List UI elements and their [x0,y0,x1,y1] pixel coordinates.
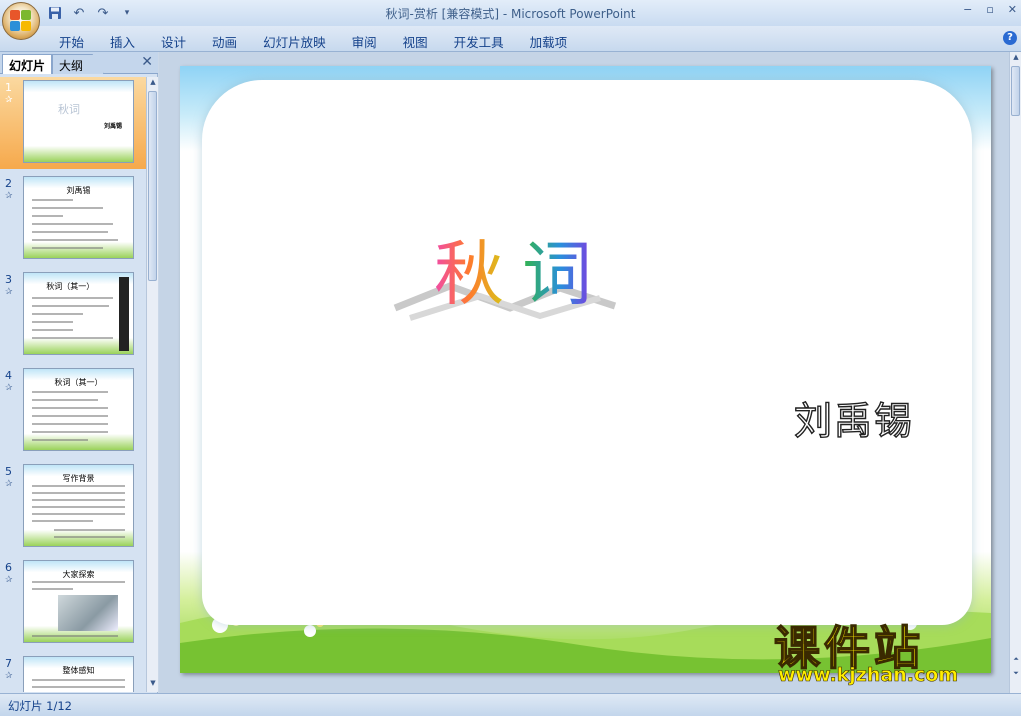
slide-author[interactable]: 刘禹锡 [793,390,914,445]
slide-number: 1 [5,81,12,94]
white-paper-frame [202,80,972,625]
scroll-up-icon[interactable]: ▲ [1011,53,1021,65]
animation-star-icon: ✰ [5,479,13,489]
animation-star-icon: ✰ [5,575,13,585]
thumbnail-image: 秋词（其一） [23,368,134,451]
slide-thumbnail[interactable]: 1 ✰ 秋词 刘禹锡 [0,77,146,169]
thumb-title: 刘禹锡 [66,186,91,195]
title-bar: ↶ ↷ ▾ 秋词-赏析 [兼容模式] - Microsoft PowerPoin… [0,0,1021,26]
tab-slideshow[interactable]: 幻灯片放映 [250,30,339,53]
status-bar: 幻灯片 1/12 [0,693,1021,716]
slide-number: 3 [5,273,12,286]
slide-number: 4 [5,369,12,382]
help-icon[interactable]: ? [1003,31,1017,45]
thumb-subtitle: 刘禹锡 [104,123,123,130]
slide-number: 7 [5,657,12,670]
slide-title[interactable]: 秋 词 [393,232,617,321]
thumbnail-image: 秋词 刘禹锡 [23,80,134,163]
window-title: 秋词-赏析 [兼容模式] - Microsoft PowerPoint [385,7,636,21]
scrollbar-thumb[interactable] [148,91,157,281]
slide-counter: 幻灯片 1/12 [8,699,72,713]
animation-star-icon: ✰ [5,191,13,201]
animation-star-icon: ✰ [5,95,13,105]
tab-design[interactable]: 设计 [148,30,199,53]
thumb-vertical-text-block [119,277,129,351]
ribbon-tabs: 开始 插入 设计 动画 幻灯片放映 审阅 视图 开发工具 加载项 [46,30,580,53]
slide-canvas[interactable]: 秋 词 刘禹锡 [180,66,991,673]
slide-thumbnail[interactable]: 5 ✰ 写作背景 [0,461,146,553]
thumb-title: 秋词 [58,103,80,116]
scrollbar-thumb[interactable] [1011,66,1020,116]
scroll-up-icon[interactable]: ▲ [148,78,158,90]
slide-number: 2 [5,177,12,190]
slides-pane: 幻灯片 大纲 ✕ 1 ✰ 秋词 刘禹锡 2 ✰ 刘禹锡 3 ✰ 秋词（其一） 4… [0,52,158,693]
office-button[interactable] [2,2,40,40]
scroll-down-icon[interactable]: ▼ [148,679,158,691]
thumbnail-image: 写作背景 [23,464,134,547]
close-button[interactable]: ✕ [1008,3,1017,16]
slides-pane-scrollbar[interactable]: ▲ ▼ [146,77,158,692]
thumbnail-image: 秋词（其一） [23,272,134,355]
slide-number: 5 [5,465,12,478]
animation-star-icon: ✰ [5,383,13,393]
tab-view[interactable]: 视图 [390,30,441,53]
thumb-title: 写作背景 [62,474,95,483]
minimize-button[interactable]: − [963,3,972,16]
restore-button[interactable]: ▫ [986,3,993,16]
tab-developer[interactable]: 开发工具 [441,30,517,53]
thumb-title: 整体感知 [62,666,95,675]
window-controls: − ▫ ✕ [963,3,1017,16]
slide-thumbnail[interactable]: 2 ✰ 刘禹锡 [0,173,146,265]
tab-animations[interactable]: 动画 [199,30,250,53]
thumb-photo [58,595,118,631]
animation-star-icon: ✰ [5,671,13,681]
animation-star-icon: ✰ [5,287,13,297]
slide-thumbnail[interactable]: 4 ✰ 秋词（其一） [0,365,146,457]
slide-editor-scrollbar[interactable]: ▲ ⏶ ⏷ [1009,52,1021,693]
tab-insert[interactable]: 插入 [97,30,148,53]
ribbon: 开始 插入 设计 动画 幻灯片放映 审阅 视图 开发工具 加载项 ? [0,26,1021,52]
thumbnail-image: 刘禹锡 [23,176,134,259]
tab-review[interactable]: 审阅 [339,30,390,53]
watermark-logo: 课件站 www.kjzhan.com [770,612,1020,692]
tab-slides[interactable]: 幻灯片 [2,54,53,74]
thumb-title: 大家探索 [62,570,95,579]
close-pane-icon[interactable]: ✕ [141,54,153,70]
slide-editor: 秋 词 刘禹锡 [159,52,1009,693]
slide-number: 6 [5,561,12,574]
office-logo-icon [10,10,32,32]
thumb-title: 秋词（其一） [46,282,95,291]
slide-thumbnail-list: 1 ✰ 秋词 刘禹锡 2 ✰ 刘禹锡 3 ✰ 秋词（其一） 4 ✰ 秋词（其一）… [0,77,146,692]
tab-home[interactable]: 开始 [46,30,97,53]
thumbnail-image: 整体感知 [23,656,134,692]
tab-outline[interactable]: 大纲 [52,54,104,74]
slide-thumbnail[interactable]: 6 ✰ 大家探索 [0,557,146,649]
title-char-2: 词 [522,233,592,315]
slide-thumbnail[interactable]: 3 ✰ 秋词（其一） [0,269,146,361]
title-char-1: 秋 [434,233,504,315]
thumbnail-image: 大家探索 [23,560,134,643]
watermark-url: www.kjzhan.com [778,664,959,687]
slide-thumbnail[interactable]: 7 ✰ 整体感知 [0,653,146,692]
thumb-title: 秋词（其一） [54,378,103,387]
pane-tabs: 幻灯片 大纲 ✕ [0,52,158,74]
tab-addins[interactable]: 加载项 [517,30,581,53]
